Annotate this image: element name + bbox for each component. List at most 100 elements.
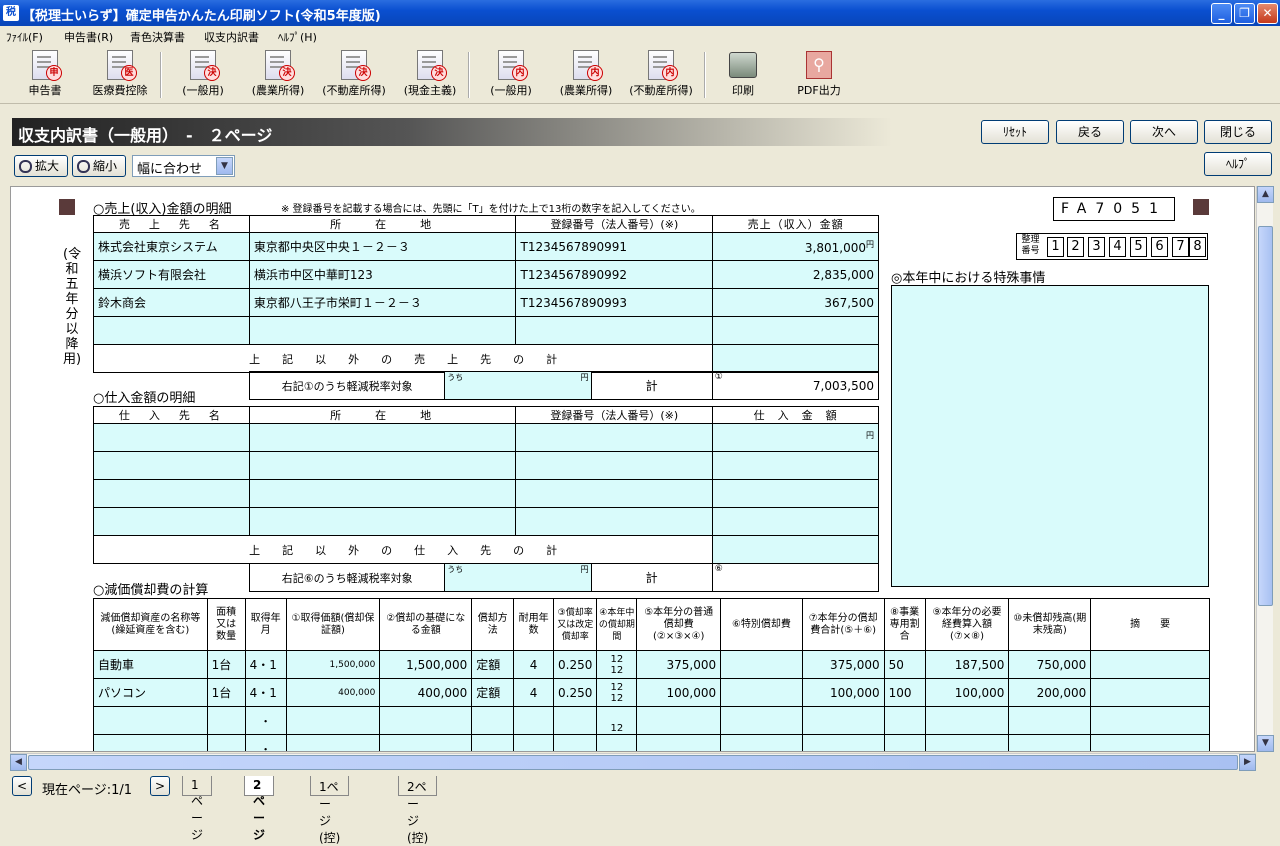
asset-qty-cell[interactable]: 1台: [206, 678, 246, 707]
maximize-button[interactable]: ❐: [1234, 3, 1255, 24]
asset-name-cell[interactable]: パソコン: [93, 678, 208, 707]
special-circumstances-field[interactable]: [891, 285, 1209, 587]
asset-life-cell[interactable]: [513, 734, 555, 751]
asset-remain-cell[interactable]: 750,000: [1008, 650, 1092, 679]
tab-page-2-copy[interactable]: 2ページ(控): [398, 776, 438, 845]
scroll-down-icon[interactable]: ▼: [1257, 735, 1274, 752]
purchase-reg-cell[interactable]: [515, 507, 714, 536]
minimize-button[interactable]: _: [1211, 3, 1232, 24]
purchase-reg-cell[interactable]: [515, 479, 714, 508]
asset-acq-cell[interactable]: 4・1: [244, 678, 287, 707]
sales-name-cell[interactable]: 横浜ソフト有限会社: [93, 260, 250, 289]
asset-special-cell[interactable]: [720, 734, 803, 751]
ketsu-nogyo-button[interactable]: 決 (農業所得): [242, 50, 314, 100]
asset-total-cell[interactable]: [801, 706, 885, 735]
asset-special-cell[interactable]: [720, 650, 803, 679]
tab-page-1[interactable]: 1ページ: [182, 776, 212, 842]
scroll-left-icon[interactable]: ◀: [10, 754, 27, 771]
vertical-scrollbar[interactable]: ▲ ▼: [1256, 186, 1274, 752]
shinkoku-button[interactable]: 申 申告書: [18, 50, 72, 100]
asset-total-cell[interactable]: [801, 734, 885, 751]
zoom-select[interactable]: 幅に合わせ ▼: [132, 155, 235, 177]
menu-shinkoku[interactable]: 申告書(R): [64, 29, 113, 45]
purchase-reduced-amount[interactable]: うち円: [444, 563, 592, 592]
asset-remain-cell[interactable]: [1008, 734, 1092, 751]
asset-expense-cell[interactable]: 100,000: [924, 678, 1010, 707]
sales-other-amount[interactable]: [712, 344, 879, 373]
asset-memo-cell[interactable]: [1090, 734, 1210, 751]
horizontal-scrollbar[interactable]: ◀ ▶: [10, 753, 1256, 771]
asset-special-cell[interactable]: [720, 706, 803, 735]
page-next-icon[interactable]: >: [150, 776, 170, 796]
asset-total-cell[interactable]: 375,000: [801, 650, 885, 679]
asset-remain-cell[interactable]: 200,000: [1008, 678, 1092, 707]
sales-reduced-amount[interactable]: うち円: [444, 371, 592, 400]
sales-name-cell[interactable]: 鈴木商会: [93, 288, 250, 317]
purchase-name-cell[interactable]: [93, 423, 250, 452]
vertical-scroll-thumb[interactable]: [1258, 226, 1273, 606]
asset-biz-cell[interactable]: 100: [883, 678, 926, 707]
asset-total-cell[interactable]: 100,000: [801, 678, 885, 707]
sales-address-cell[interactable]: 横浜市中区中華町123: [248, 260, 517, 289]
sales-address-cell[interactable]: [248, 316, 517, 345]
tab-page-2[interactable]: 2ページ: [244, 776, 274, 842]
asset-remain-cell[interactable]: [1008, 706, 1092, 735]
zoom-out-button[interactable]: 縮小: [72, 155, 126, 177]
purchase-address-cell[interactable]: [248, 479, 517, 508]
iryo-button[interactable]: 医 医療費控除: [84, 50, 156, 100]
asset-memo-cell[interactable]: [1090, 678, 1210, 707]
sales-address-cell[interactable]: 東京都八王子市栄町１－２－３: [248, 288, 517, 317]
page-prev-icon[interactable]: <: [12, 776, 32, 796]
asset-biz-cell[interactable]: [883, 734, 926, 751]
asset-rate-cell[interactable]: 0.250: [553, 650, 598, 679]
tab-page-1-copy[interactable]: 1ページ(控): [310, 776, 350, 845]
asset-base-cell[interactable]: 1,500,000: [379, 650, 473, 679]
menu-aoiro[interactable]: 青色決算書: [130, 29, 185, 45]
asset-cost-cell[interactable]: 400,000: [285, 678, 381, 707]
asset-method-cell[interactable]: [471, 734, 515, 751]
asset-period-cell[interactable]: 12: [596, 734, 638, 751]
uchi-ippan-button[interactable]: 内 (一般用): [480, 50, 542, 100]
asset-period-cell[interactable]: 12 12: [596, 650, 638, 679]
asset-method-cell[interactable]: 定額: [471, 678, 515, 707]
asset-name-cell[interactable]: 自動車: [93, 650, 208, 679]
scroll-up-icon[interactable]: ▲: [1257, 186, 1274, 203]
scroll-right-icon[interactable]: ▶: [1239, 754, 1256, 771]
ketsu-fudosan-button[interactable]: 決 (不動産所得): [314, 50, 394, 100]
sales-amount-cell[interactable]: 2,835,000: [712, 260, 879, 289]
purchase-name-cell[interactable]: [93, 451, 250, 480]
asset-memo-cell[interactable]: [1090, 650, 1210, 679]
asset-name-cell[interactable]: [93, 706, 208, 735]
asset-name-cell[interactable]: [93, 734, 208, 751]
next-button[interactable]: 次へ: [1130, 120, 1198, 144]
asset-method-cell[interactable]: 定額: [471, 650, 515, 679]
asset-base-cell[interactable]: [379, 706, 473, 735]
ketsu-genkin-button[interactable]: 決 (現金主義): [396, 50, 464, 100]
prev-button[interactable]: 戻る: [1056, 120, 1124, 144]
purchase-reg-cell[interactable]: [515, 423, 714, 452]
sales-reg-cell[interactable]: T1234567890993: [515, 288, 714, 317]
menu-file[interactable]: ﾌｧｲﾙ(F): [6, 29, 43, 45]
close-page-button[interactable]: 閉じる: [1204, 120, 1272, 144]
purchase-amount-cell[interactable]: [712, 451, 879, 480]
zoom-in-button[interactable]: 拡大: [14, 155, 68, 177]
uchi-fudosan-button[interactable]: 内 (不動産所得): [622, 50, 700, 100]
asset-acq-cell[interactable]: 4・1: [244, 650, 287, 679]
sales-reg-cell[interactable]: T1234567890991: [515, 232, 714, 261]
purchase-amount-cell[interactable]: [712, 479, 879, 508]
menu-help[interactable]: ﾍﾙﾌﾟ(H): [278, 29, 317, 45]
sales-amount-cell[interactable]: [712, 316, 879, 345]
help-button[interactable]: ﾍﾙﾌﾟ: [1204, 152, 1272, 176]
asset-normal-cell[interactable]: 100,000: [636, 678, 722, 707]
sales-address-cell[interactable]: 東京都中央区中央１－２－３: [248, 232, 517, 261]
sales-amount-cell[interactable]: 367,500: [712, 288, 879, 317]
asset-rate-cell[interactable]: [553, 706, 598, 735]
sales-amount-cell[interactable]: 3,801,000円: [712, 232, 879, 261]
sales-name-cell[interactable]: [93, 316, 250, 345]
sales-reg-cell[interactable]: [515, 316, 714, 345]
pdf-button[interactable]: ⚲ PDF出力: [790, 50, 848, 100]
asset-cost-cell[interactable]: [285, 706, 381, 735]
purchase-amount-cell[interactable]: [712, 507, 879, 536]
asset-biz-cell[interactable]: [883, 706, 926, 735]
purchase-other-amount[interactable]: [712, 535, 879, 564]
